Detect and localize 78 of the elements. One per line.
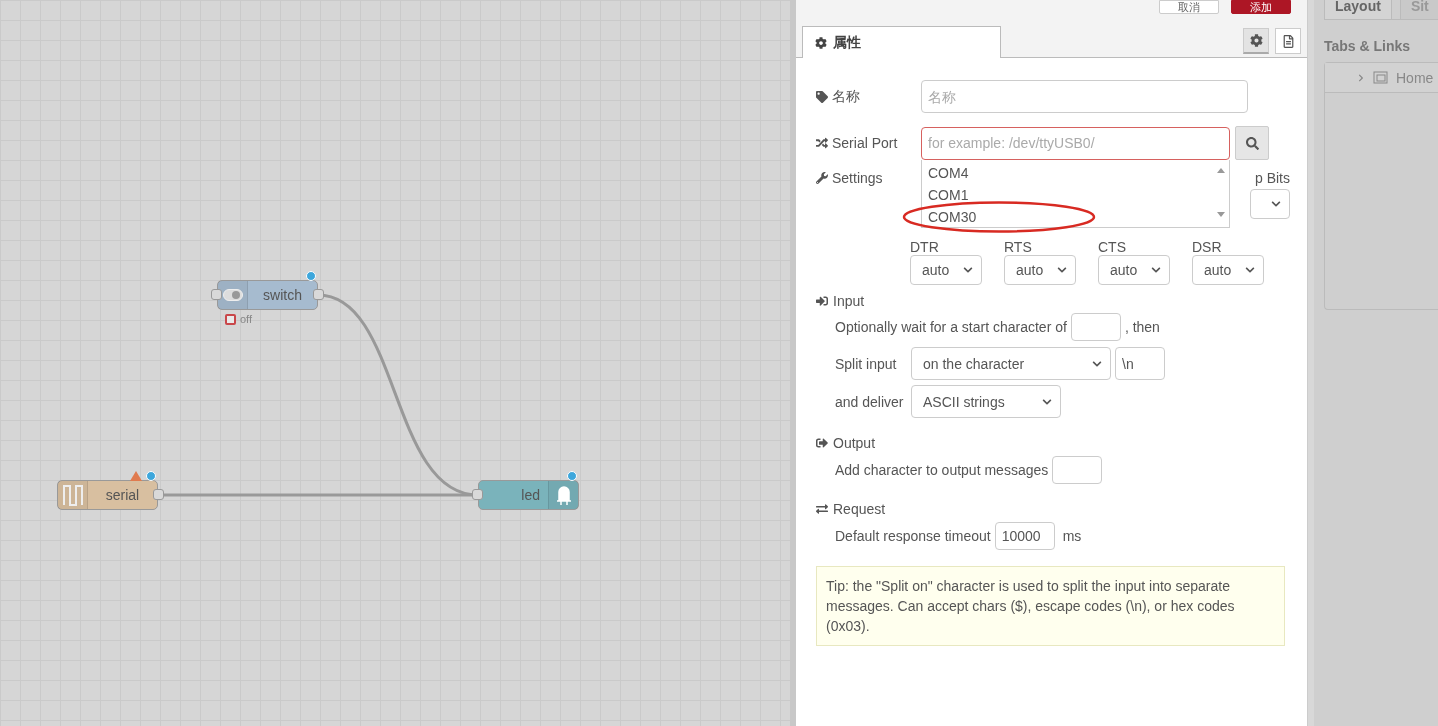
output-port[interactable] — [313, 289, 324, 300]
frame-icon — [1373, 71, 1388, 84]
select-field[interactable]: auto — [1004, 255, 1076, 285]
field-label: Split input — [835, 355, 898, 372]
description-button[interactable] — [1275, 28, 1301, 54]
flow-node[interactable]: switch — [217, 280, 318, 310]
unit-label: ms — [1062, 528, 1082, 544]
caret-icon — [1245, 265, 1255, 275]
split-char-field[interactable]: \n — [1115, 347, 1165, 380]
list-option[interactable]: COM4 — [928, 162, 1223, 184]
select-field[interactable] — [1250, 189, 1290, 219]
select-field[interactable]: auto — [910, 255, 982, 285]
list-option[interactable]: COM1 — [928, 184, 1223, 206]
output-port[interactable] — [153, 489, 164, 500]
document-icon — [1281, 34, 1295, 48]
tag-icon — [816, 90, 828, 103]
tip-text: Tip: the "Split on" character is used to split the input into separate messages. Can accept chars ($), escape codes (\n), or hex codes (0x03). — [816, 566, 1285, 646]
sidebar-tab[interactable]: Layout — [1324, 0, 1392, 20]
section-title: Output — [833, 435, 876, 451]
node-label: led — [520, 487, 541, 503]
select-field[interactable]: auto — [1192, 255, 1264, 285]
sign-in-icon — [816, 295, 828, 307]
shuffle-icon — [816, 137, 828, 149]
list-option[interactable]: COM30 — [928, 206, 1223, 228]
start-char-field[interactable] — [1070, 313, 1121, 341]
toggle-icon — [222, 289, 243, 301]
caret-icon — [1057, 265, 1067, 275]
caret-icon — [1271, 199, 1281, 209]
search-icon — [1245, 136, 1259, 150]
input-port[interactable] — [472, 489, 483, 500]
exchange-icon — [816, 503, 828, 515]
field-label: 名称 — [832, 87, 860, 106]
caret-icon — [1151, 265, 1161, 275]
cancel-button[interactable]: 取消 — [1159, 0, 1219, 14]
serial-port-field[interactable]: for example: /dev/ttyUSB0/ — [921, 126, 1230, 160]
search-button[interactable] — [1235, 126, 1269, 160]
select-field[interactable]: auto — [1098, 255, 1170, 285]
field-label: and deliver — [835, 393, 905, 410]
column-label: p Bits — [1255, 170, 1290, 186]
section-title: Request — [833, 501, 886, 517]
status-text: off — [240, 313, 253, 325]
field-label: , then — [1124, 319, 1160, 335]
caret-icon — [1092, 358, 1102, 369]
scroll-down-icon — [1217, 212, 1225, 217]
field-label: Default response timeout — [835, 528, 991, 544]
column-label: CTS — [1098, 239, 1127, 255]
wrench-icon — [816, 172, 828, 184]
add-button[interactable]: 添加 — [1231, 0, 1291, 14]
output-char-field[interactable] — [1052, 456, 1103, 484]
scroll-up-icon — [1217, 168, 1225, 173]
split-select[interactable]: on the character — [911, 347, 1111, 380]
field-label: Optionally wait for a start character of — [835, 319, 1067, 335]
node-label: serial — [104, 487, 141, 503]
column-label: DSR — [1192, 239, 1223, 255]
node-label: switch — [262, 287, 303, 303]
status-icon — [225, 313, 236, 325]
field-label: Settings — [832, 170, 883, 186]
section-title: Tabs & Links — [1324, 38, 1412, 54]
chevron-icon — [1357, 73, 1365, 82]
caret-icon — [1042, 396, 1052, 407]
flow-node[interactable]: serial — [57, 480, 158, 510]
gear-icon — [815, 36, 827, 49]
gear-icon — [1249, 34, 1263, 47]
editor-tab[interactable]: 属性 — [802, 26, 1001, 58]
deliver-select[interactable]: ASCII strings — [911, 385, 1061, 418]
section-title: Input — [833, 293, 865, 309]
led-icon — [554, 484, 573, 506]
input-port[interactable] — [211, 289, 222, 300]
column-label: RTS — [1004, 239, 1033, 255]
column-label: DTR — [910, 239, 940, 255]
timeout-field[interactable]: 10000 — [994, 522, 1055, 550]
field-label: Serial Port — [832, 135, 898, 151]
name-field[interactable]: 名称 — [921, 80, 1248, 113]
sign-out-icon — [816, 437, 828, 449]
field-label: Add character to output messages — [835, 462, 1049, 478]
caret-icon — [963, 265, 973, 275]
pulse-icon — [62, 484, 83, 506]
settings-button[interactable] — [1243, 28, 1269, 54]
